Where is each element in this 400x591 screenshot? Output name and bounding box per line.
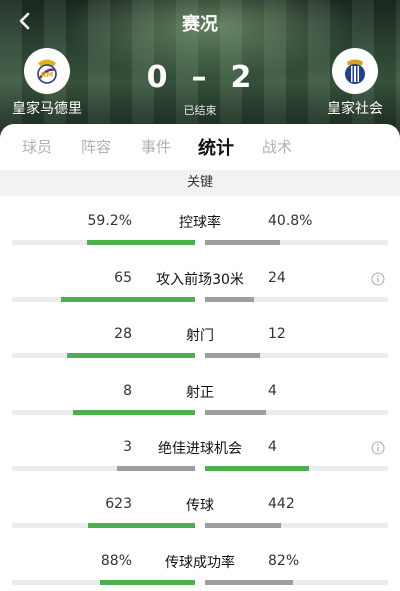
away-stat-bar-fill <box>205 296 255 302</box>
stat-label: 射正 <box>186 384 214 401</box>
away-stat-value: 12 <box>268 326 286 343</box>
away-stat-bar-fill <box>205 353 260 359</box>
away-stat-bar <box>205 296 388 302</box>
info-icon[interactable] <box>371 440 385 455</box>
home-stat-bar-fill <box>61 296 195 302</box>
home-score: 0 <box>146 60 170 95</box>
home-stat-bar <box>12 409 195 415</box>
away-team-name[interactable]: 皇家社会 <box>305 98 400 118</box>
tab-bar: 球员 阵容 事件 统计 战术 <box>0 124 400 168</box>
stat-row: 623 传球 442 <box>0 479 400 536</box>
away-score: 2 <box>230 60 254 95</box>
away-stat-value: 82% <box>268 552 300 569</box>
home-stat-bar <box>12 353 195 359</box>
home-stat-bar <box>12 240 195 245</box>
home-stat-bar-fill <box>87 522 195 528</box>
stat-row: 8 射正 4 <box>0 366 400 423</box>
away-stat-bar-fill <box>205 579 294 585</box>
away-stat-bar <box>205 240 388 245</box>
away-team-crest[interactable] <box>332 48 378 94</box>
real-sociedad-crest-icon <box>345 59 365 84</box>
stat-row: 59.2% 控球率 40.8% <box>0 196 400 253</box>
section-header: 关键 <box>0 170 400 196</box>
tab-lineup[interactable]: 阵容 <box>81 136 111 157</box>
stat-label: 传球 <box>186 497 214 514</box>
home-stat-bar-fill <box>116 466 195 472</box>
away-stat-value: 442 <box>268 495 295 512</box>
stat-label: 绝佳进球机会 <box>158 441 242 458</box>
home-stat-bar-fill <box>72 409 195 415</box>
tab-tactics[interactable]: 战术 <box>262 136 292 157</box>
away-stat-bar-fill <box>205 409 266 415</box>
away-stat-value: 4 <box>268 382 277 399</box>
stats-list: 59.2% 控球率 40.8% 65 攻入前场30米 24 28 射门 12 8 射正 4 3 绝佳进球机… <box>0 196 400 591</box>
away-stat-value: 40.8% <box>268 213 313 229</box>
match-header: 赛况 RM 皇家马德里 0–2 已结束 皇家社会 <box>0 0 400 140</box>
info-icon[interactable] <box>371 271 385 286</box>
home-stat-bar <box>12 522 195 528</box>
away-stat-bar <box>205 522 388 528</box>
stat-label: 射门 <box>186 328 214 345</box>
away-stat-bar <box>205 353 388 359</box>
stat-label: 攻入前场30米 <box>156 271 244 288</box>
home-stat-bar-fill <box>66 353 195 359</box>
away-stat-bar <box>205 409 388 415</box>
away-stat-bar <box>205 466 388 472</box>
home-stat-bar <box>12 466 195 472</box>
tab-players[interactable]: 球员 <box>22 136 52 157</box>
away-stat-bar-fill <box>205 522 281 528</box>
home-stat-bar <box>12 579 195 585</box>
stats-panel: 球员 阵容 事件 统计 战术 关键 59.2% 控球率 40.8% 65 攻入前场30米… <box>0 124 400 591</box>
stat-row: 65 攻入前场30米 24 <box>0 253 400 310</box>
stat-row: 3 绝佳进球机会 4 <box>0 422 400 479</box>
tab-events[interactable]: 事件 <box>141 136 171 157</box>
tab-stats[interactable]: 统计 <box>198 134 234 160</box>
stat-row: 28 射门 12 <box>0 309 400 366</box>
stat-row: 88% 传球成功率 82% <box>0 536 400 591</box>
away-stat-bar-fill <box>205 466 310 472</box>
page-title: 赛况 <box>182 14 218 35</box>
away-stat-value: 4 <box>268 439 277 456</box>
away-stat-value: 24 <box>268 269 286 286</box>
home-stat-bar-fill <box>100 579 195 585</box>
home-stat-bar-fill <box>86 240 195 245</box>
stat-label: 传球成功率 <box>165 554 235 571</box>
stat-label: 控球率 <box>179 215 221 231</box>
home-stat-bar <box>12 296 195 302</box>
score-separator: – <box>191 60 209 95</box>
away-stat-bar <box>205 579 388 585</box>
away-stat-bar-fill <box>205 240 280 245</box>
